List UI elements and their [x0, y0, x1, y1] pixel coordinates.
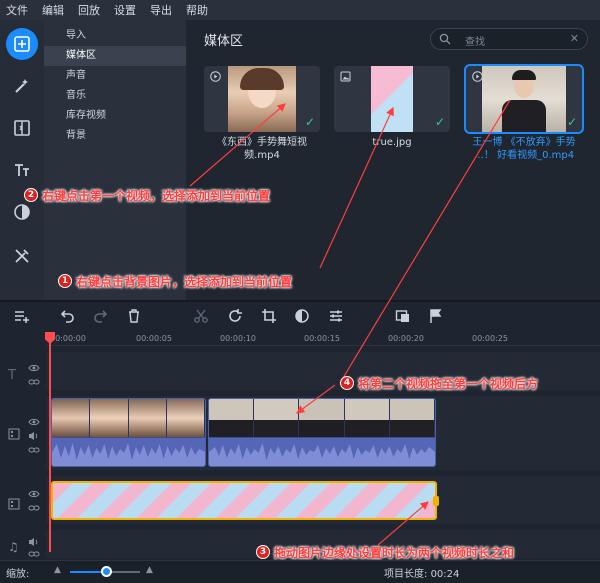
video-type-icon	[210, 71, 221, 82]
image-thumbnail	[371, 66, 413, 132]
text-icon	[15, 164, 29, 176]
bottom-bar: 缩放: ▲ ▲ 项目长度: 00:24	[0, 560, 600, 583]
menu-help[interactable]: 帮助	[186, 2, 208, 18]
timeline-video-clip-2[interactable]	[208, 398, 436, 467]
music-track-icon: ♫	[8, 540, 19, 554]
clip-properties-icon[interactable]	[328, 308, 344, 324]
text-track-icon: T	[8, 368, 16, 383]
nav-item-media[interactable]: 媒体区	[44, 46, 186, 66]
menu-edit[interactable]: 编辑	[42, 2, 64, 18]
timeline-image-clip[interactable]	[51, 481, 437, 520]
menu-file[interactable]: 文件	[6, 2, 28, 18]
import-icon	[14, 36, 30, 52]
visibility-eye-icon[interactable]	[28, 488, 40, 500]
annotation-step-2: 2 右键点击第一个视频，选择添加到当前位置	[24, 186, 270, 204]
zoom-label: 缩放:	[6, 569, 30, 580]
more-tools-button[interactable]	[6, 240, 38, 272]
media-title: 媒体区	[204, 34, 244, 49]
annotation-step-1: 1 右键点击背景图片，选择添加到当前位置	[58, 272, 292, 290]
transition-icon	[14, 120, 30, 136]
search-placeholder: 查找	[465, 37, 485, 48]
project-length: 项目长度: 00:24	[384, 569, 460, 580]
link-icon[interactable]	[28, 502, 40, 514]
track-headers: T ♫	[0, 330, 46, 560]
clip-frames	[52, 399, 205, 437]
nav-item-sound[interactable]: 声音	[44, 66, 186, 86]
overlay-icon[interactable]	[395, 308, 411, 324]
ruler-tick: 00:00:20	[388, 334, 424, 343]
delete-icon[interactable]	[126, 308, 142, 324]
search-icon	[439, 33, 451, 45]
nav-item-stock-video[interactable]: 库存视频	[44, 106, 186, 126]
annotation-step-4: 4 将第二个视频拖至第一个视频后方	[340, 374, 538, 392]
link-icon[interactable]	[28, 444, 40, 456]
media-caption-2: true.jpg	[372, 137, 412, 148]
marker-flag-icon[interactable]	[428, 308, 444, 324]
ruler-tick: 00:00:15	[304, 334, 340, 343]
zoom-slider-knob[interactable]	[101, 566, 112, 577]
timeline-ruler[interactable]: 00:00:00 00:00:05 00:00:10 00:00:15 00:0…	[46, 330, 600, 346]
add-track-icon[interactable]	[14, 308, 30, 324]
tools-icon	[15, 249, 29, 263]
rotate-icon[interactable]	[227, 308, 243, 324]
media-item-image[interactable]: ✓	[334, 66, 450, 132]
magic-wand-icon	[15, 79, 28, 93]
video-thumbnail	[482, 66, 566, 132]
ruler-tick: 00:00:05	[136, 334, 172, 343]
media-item-video-2[interactable]: ✓	[464, 64, 584, 134]
crop-icon[interactable]	[261, 308, 277, 324]
visibility-eye-icon[interactable]	[28, 362, 40, 374]
video-type-icon	[472, 71, 483, 82]
visibility-eye-icon[interactable]	[28, 416, 40, 428]
effects-tool-button[interactable]	[6, 70, 38, 102]
zoom-out-icon[interactable]: ▲	[54, 565, 61, 575]
undo-icon[interactable]	[60, 308, 76, 324]
nav-item-background[interactable]: 背景	[44, 126, 186, 146]
color-adjust-icon[interactable]	[294, 308, 310, 324]
redo-icon[interactable]	[92, 308, 108, 324]
link-icon[interactable]	[28, 376, 40, 388]
timeline-video-clip-1[interactable]	[51, 398, 206, 467]
added-check-icon: ✓	[304, 115, 315, 129]
left-toolbar	[0, 20, 44, 300]
annotation-step-3: 3 拖动图片边缘处设置时长为两个视频时长之和	[256, 543, 514, 561]
cut-icon[interactable]	[193, 308, 209, 324]
link-icon[interactable]	[28, 548, 40, 560]
media-nav-panel: 导入 媒体区 声音 音乐 库存视频 背景	[44, 20, 186, 300]
titles-tool-button[interactable]	[6, 154, 38, 186]
ruler-tick: 00:00:25	[472, 334, 508, 343]
added-check-icon: ✓	[566, 115, 577, 129]
volume-icon[interactable]	[28, 536, 40, 548]
audio-waveform	[52, 438, 205, 466]
transitions-tool-button[interactable]	[6, 112, 38, 144]
zoom-in-icon[interactable]: ▲	[146, 565, 153, 575]
nav-item-music[interactable]: 音乐	[44, 86, 186, 106]
media-caption-1: 《东西》手势舞短视 频.mp4	[217, 137, 307, 161]
clip-resize-handle[interactable]	[433, 496, 439, 506]
ruler-tick: 00:00:10	[220, 334, 256, 343]
menu-bar: 文件 编辑 回放 设置 导出 帮助	[0, 0, 600, 20]
added-check-icon: ✓	[434, 115, 445, 129]
timeline-toolbar	[0, 302, 600, 330]
audio-waveform	[209, 438, 435, 466]
playhead[interactable]	[49, 332, 51, 552]
search-box[interactable]: 查找 ✕	[430, 28, 588, 50]
media-area: 媒体区 查找 ✕ ✓ 《东西》手势舞短视 频.mp4 ✓ true.jpg ✓	[186, 20, 600, 300]
menu-export[interactable]: 导出	[150, 2, 172, 18]
video-track-icon	[8, 428, 20, 440]
menu-settings[interactable]: 设置	[114, 2, 136, 18]
media-caption-3: 王一博 《不放弃》手势 …！ 好看视频_0.mp4	[472, 137, 576, 161]
media-item-video-1[interactable]: ✓	[204, 66, 320, 132]
nav-item-import[interactable]: 导入	[44, 26, 186, 46]
video-thumbnail	[228, 66, 296, 132]
import-tool-button[interactable]	[6, 28, 38, 60]
volume-icon[interactable]	[28, 430, 40, 442]
clear-search-icon[interactable]: ✕	[570, 32, 579, 45]
image-type-icon	[340, 71, 351, 82]
ruler-tick: 00:00:00	[50, 334, 86, 343]
overlay-track-icon	[8, 498, 20, 510]
menu-playback[interactable]: 回放	[78, 2, 100, 18]
filter-icon	[14, 204, 30, 220]
clip-frames	[209, 399, 435, 437]
